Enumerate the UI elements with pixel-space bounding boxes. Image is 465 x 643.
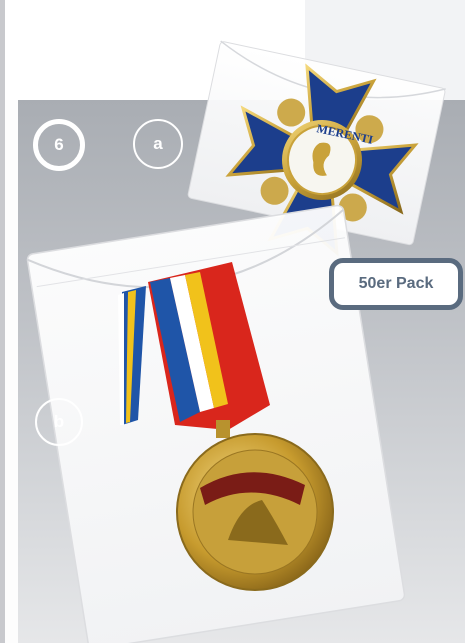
item-number-badge: 6: [33, 119, 85, 171]
product-illustration: MERENTI: [26, 40, 446, 643]
variant-a-badge: a: [133, 119, 183, 169]
pack-size-badge: 50er Pack: [329, 258, 463, 310]
medal-b-disc: [176, 433, 334, 591]
variant-b-badge: b: [35, 398, 83, 446]
